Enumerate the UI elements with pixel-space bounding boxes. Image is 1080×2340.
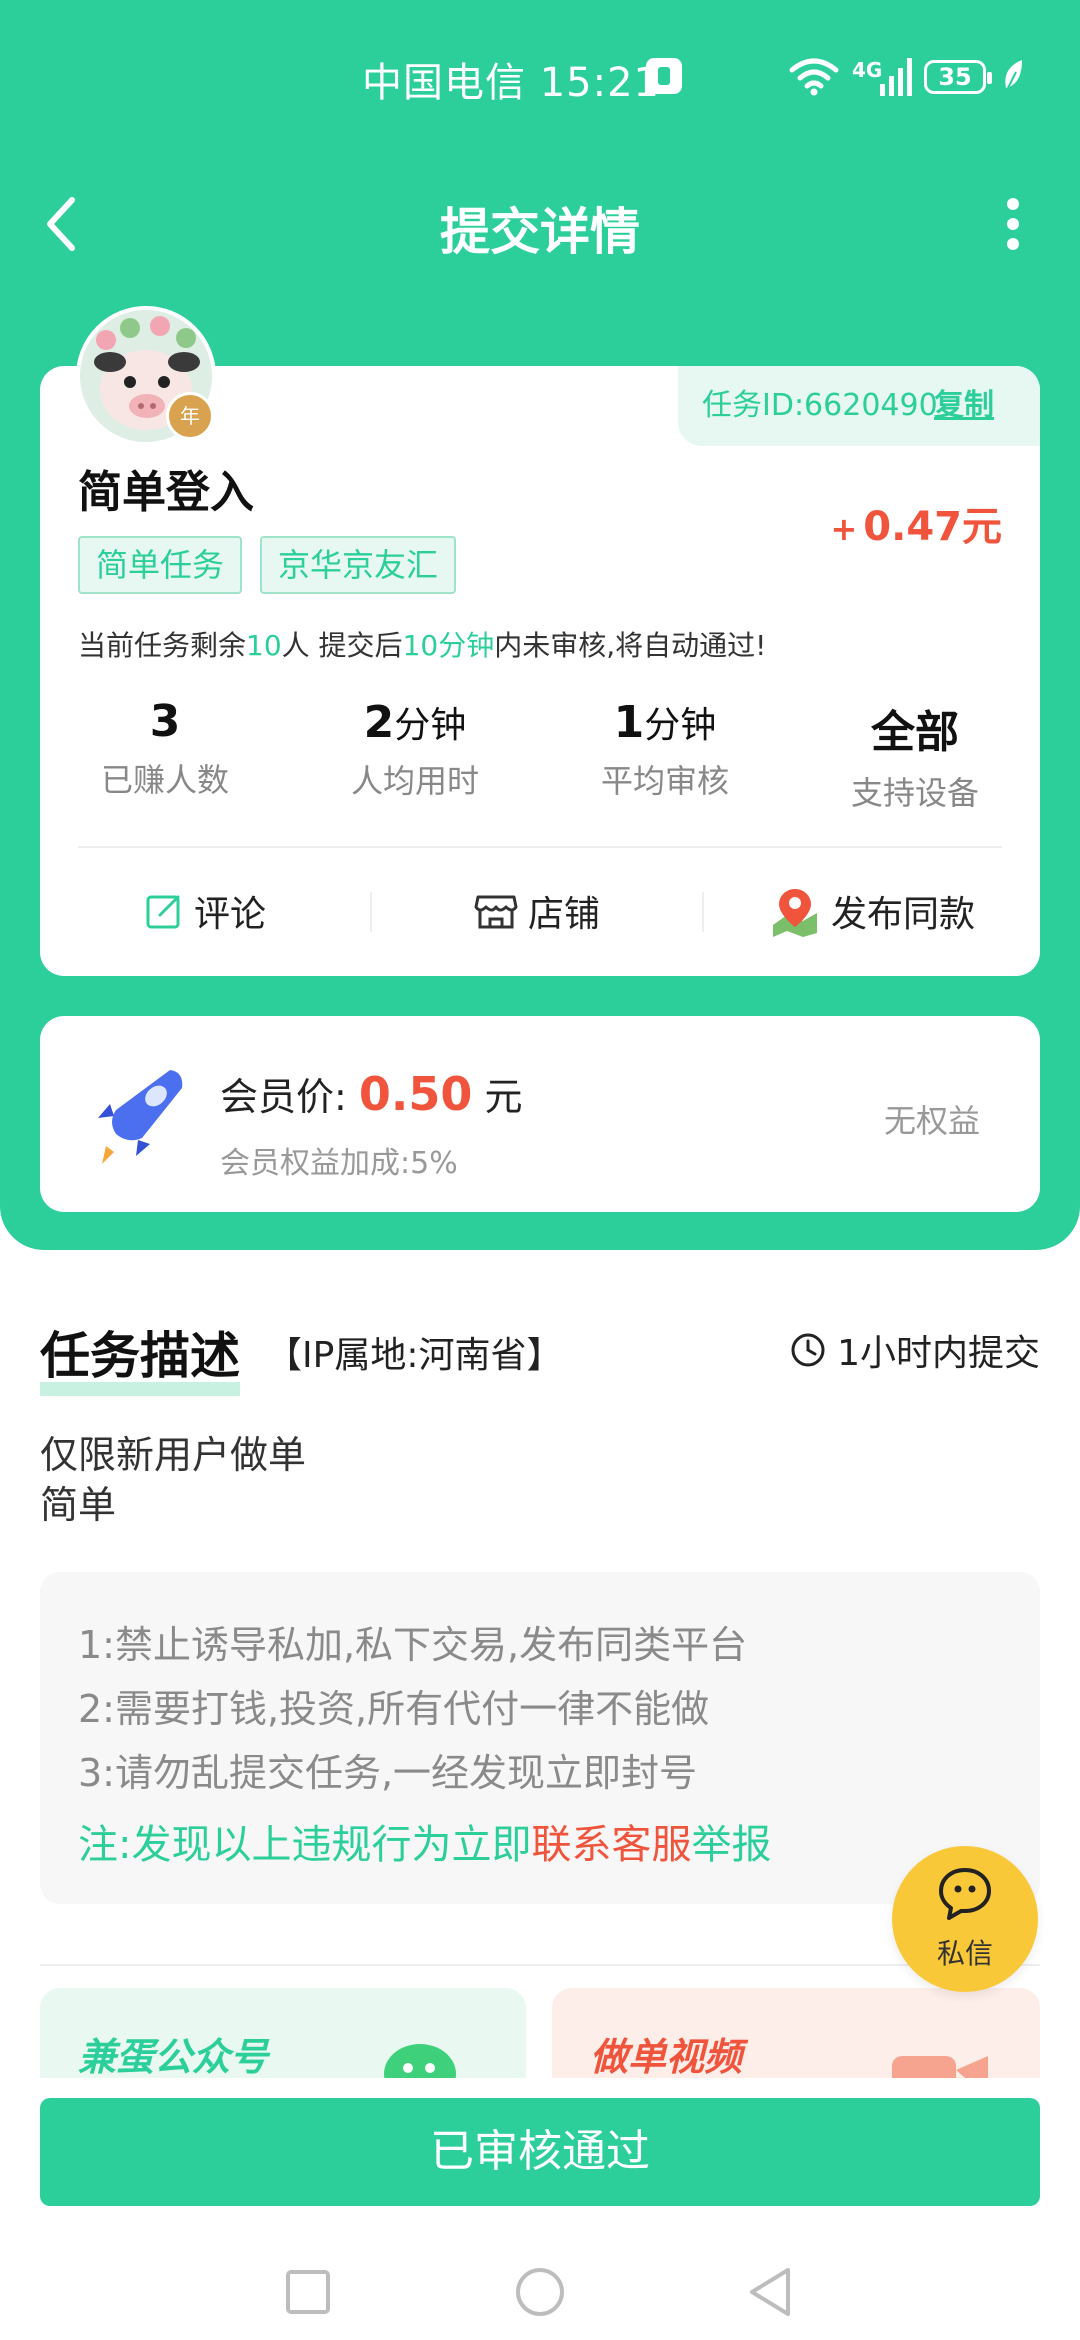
stat-label: 已赚人数 [100, 761, 229, 799]
chat-bubble-icon [939, 1868, 991, 1920]
rule-item: 2:需要打钱,投资,所有代付一律不能做 [78, 1687, 710, 1731]
back-nav-icon[interactable] [746, 2266, 794, 2318]
map-pin-icon [772, 889, 817, 937]
more-options-icon[interactable] [1003, 194, 1023, 258]
submit-deadline: 1小时内提交 [789, 1324, 1040, 1376]
shop-button[interactable]: 店铺 [372, 866, 702, 956]
stat-unit: 分钟 [394, 705, 467, 746]
task-tag: 简单任务 [78, 536, 243, 594]
comment-label: 评论 [193, 894, 266, 935]
task-stats: 3 已赚人数 2分钟 人均用时 1分钟 平均审核 全部 支持设备 [40, 696, 1040, 816]
member-price-card[interactable]: 会员价: 0.50 元 会员权益加成:5% 无权益 [40, 1016, 1040, 1212]
reward-value: 0.47元 [863, 504, 1002, 550]
task-tag: 京华京友汇 [260, 536, 457, 594]
stat-label: 平均审核 [600, 762, 729, 800]
stat-avg-review: 1分钟 平均审核 [540, 696, 790, 802]
page-title: 提交详情 [440, 203, 640, 261]
rules-box: 1:禁止诱导私加,私下交易,发布同类平台 2:需要打钱,投资,所有代付一律不能做… [40, 1572, 1040, 1904]
task-card: 任务ID:6620490 复制 简单登入 +0.47元 简单任务 京华京友汇 当前… [40, 366, 1040, 976]
promo-title: 兼蛋公众号 [78, 2035, 269, 2078]
recent-apps-icon[interactable] [284, 2268, 332, 2316]
task-name: 简单登入 [78, 467, 254, 518]
member-benefit-status: 无权益 [883, 1102, 980, 1140]
stat-label: 支持设备 [850, 774, 979, 812]
divider [78, 846, 1002, 848]
deadline-text: 1小时内提交 [837, 1333, 1040, 1374]
ip-location: 【IP属地:河南省】 [266, 1335, 563, 1376]
leaf-icon [1000, 58, 1026, 98]
shop-label: 店铺 [527, 894, 600, 935]
private-message-button[interactable]: 私信 [892, 1846, 1038, 1992]
stat-value: 2 [363, 697, 395, 748]
member-price-value: 0.50 [358, 1067, 473, 1121]
notice-text: 内未审核,将自动通过! [494, 629, 767, 662]
description-line: 简单 [40, 1483, 117, 1527]
task-notice: 当前任务剩余10人 提交后10分钟内未审核,将自动通过! [78, 624, 766, 664]
auto-approve-minutes: 10分钟 [402, 629, 495, 662]
home-icon[interactable] [514, 2266, 566, 2318]
copy-id-link[interactable]: 复制 [934, 366, 994, 446]
reward-prefix: + [830, 510, 858, 548]
private-message-label: 私信 [936, 1937, 993, 1970]
publish-same-button[interactable]: 发布同款 [704, 866, 1040, 956]
system-nav-bar [0, 2248, 1080, 2340]
carrier-app-icon [646, 58, 682, 94]
description-line: 仅限新用户做单 [40, 1433, 307, 1477]
rocket-icon [84, 1060, 194, 1174]
divider [40, 1964, 1040, 1966]
task-tags: 简单任务 京华京友汇 [78, 536, 474, 594]
stat-avg-time: 2分钟 人均用时 [290, 696, 540, 802]
wechat-account-card[interactable]: 兼蛋公众号 [40, 1988, 526, 2078]
year-badge-icon: 年 [166, 392, 214, 440]
clock-icon [791, 1333, 825, 1367]
shop-icon [474, 895, 518, 929]
edit-icon [146, 895, 180, 929]
task-actions: 评论 店铺 发布同款 [40, 866, 1040, 956]
stat-value: 全部 [871, 707, 959, 758]
publish-same-label: 发布同款 [830, 894, 975, 935]
wechat-icon [384, 2044, 456, 2078]
rule-item: 1:禁止诱导私加,私下交易,发布同类平台 [78, 1623, 748, 1667]
notice-text: 人 提交后 [281, 629, 403, 662]
remaining-count: 10 [246, 629, 282, 662]
stat-label: 人均用时 [350, 762, 479, 800]
contact-support-link[interactable]: 联系客服 [531, 1822, 691, 1868]
rule-note-text: 注:发现以上违规行为立即 [78, 1822, 532, 1868]
stat-devices: 全部 支持设备 [790, 696, 1040, 814]
task-description: 仅限新用户做单 简单 [40, 1430, 306, 1530]
status-bar: 中国电信 15:21 4G 35 [0, 0, 1080, 150]
nav-bar: 提交详情 [0, 170, 1080, 280]
rule-note: 注:发现以上违规行为立即联系客服举报 [78, 1812, 771, 1870]
signal-icon [880, 58, 916, 100]
promo-title: 做单视频 [590, 2035, 743, 2078]
wifi-icon [788, 56, 840, 100]
stat-earned: 3 已赚人数 [40, 696, 290, 801]
stat-value: 1 [613, 697, 645, 748]
member-price: 会员价: 0.50 元 [220, 1066, 523, 1121]
rule-item: 3:请勿乱提交任务,一经发现立即封号 [78, 1751, 698, 1795]
carrier-time: 中国电信 15:21 [362, 60, 660, 106]
task-id-box: 任务ID:6620490 复制 [678, 366, 1040, 446]
reward-amount: +0.47元 [830, 494, 1002, 552]
member-bonus: 会员权益加成:5% [220, 1146, 458, 1181]
notice-text: 当前任务剩余 [78, 629, 247, 662]
stat-value: 3 [149, 696, 181, 747]
video-icon [892, 2056, 988, 2078]
comment-button[interactable]: 评论 [40, 866, 370, 956]
network-type-icon: 4G [852, 58, 883, 82]
member-price-unit: 元 [484, 1075, 523, 1119]
battery-indicator: 35 [924, 60, 992, 94]
approved-status-button[interactable]: 已审核通过 [40, 2098, 1040, 2206]
rule-note-text: 举报 [691, 1822, 772, 1868]
member-price-label: 会员价: [220, 1075, 347, 1119]
stat-unit: 分钟 [644, 705, 717, 746]
task-video-card[interactable]: 做单视频 [552, 1988, 1040, 2078]
section-title: 任务描述 [40, 1316, 240, 1396]
task-id: 任务ID:6620490 [702, 388, 938, 423]
